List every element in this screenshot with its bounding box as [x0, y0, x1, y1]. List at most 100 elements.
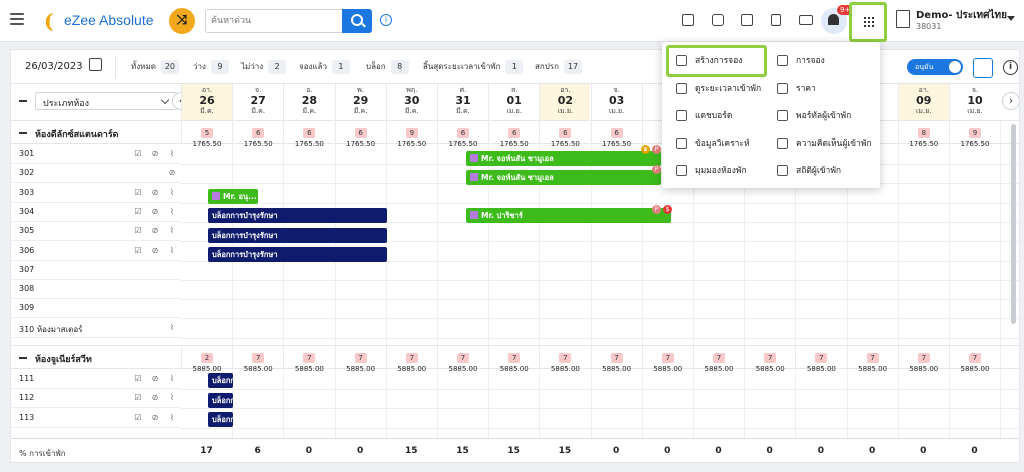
- apps-grid-button[interactable]: [849, 2, 887, 42]
- availability-cell[interactable]: 6 1765.50: [539, 120, 590, 148]
- availability-cell[interactable]: 6 1765.50: [334, 120, 386, 148]
- block-bar[interactable]: บล็อกการบำรุงรักษา: [208, 228, 387, 243]
- booking-bar[interactable]: Mr. จอห์นสัน ชามูเอล: [466, 170, 661, 185]
- booking-bar[interactable]: Mr. ปาริชาร์: [466, 208, 671, 223]
- current-date[interactable]: 26/03/2023: [25, 61, 83, 72]
- booking-bar[interactable]: Mr. จอห์นสัน ชามูเอล: [466, 151, 661, 166]
- checklist-icon[interactable]: ☑: [133, 413, 143, 423]
- block-bar[interactable]: บล็อกการบำรุงรักษา: [208, 247, 387, 262]
- invoice-icon[interactable]: [767, 11, 785, 29]
- date-column-header[interactable]: จ. 10 เม.ย.: [949, 84, 1000, 120]
- availability-cell[interactable]: 7 5885.00: [488, 345, 539, 373]
- collapse-all-icon[interactable]: [19, 100, 27, 102]
- room-row[interactable]: 310 ห้องมาสเตอร์ ⌇: [11, 319, 181, 338]
- mail-icon[interactable]: [797, 11, 815, 29]
- no-smoking-icon[interactable]: ⊘: [150, 207, 160, 217]
- no-smoking-icon[interactable]: ⊘: [150, 413, 160, 423]
- menu-item[interactable]: ความคิดเห็นผู้เข้าพัก: [777, 134, 877, 156]
- checklist-icon[interactable]: ☑: [133, 246, 143, 256]
- room-row[interactable]: 301 ☑ ⊘ ⌇: [11, 145, 181, 164]
- menu-item[interactable]: ดูระยะเวลาเข้าพัก: [676, 79, 776, 101]
- room-row[interactable]: 305 ☑ ⊘ ⌇: [11, 222, 181, 242]
- availability-cell[interactable]: 5 1765.50: [181, 120, 232, 148]
- dirty-icon[interactable]: ⌇: [167, 149, 177, 159]
- availability-cell[interactable]: 7 5885.00: [334, 345, 386, 373]
- availability-cell[interactable]: 7 5885.00: [693, 345, 744, 373]
- menu-item[interactable]: พอร์ทัลผู้เข้าพัก: [777, 106, 877, 128]
- availability-cell[interactable]: 6 1765.50: [590, 120, 642, 148]
- room-row[interactable]: 304 ☑ ⊘ ⌇: [11, 203, 181, 222]
- dirty-icon[interactable]: ⌇: [167, 226, 177, 236]
- room-row[interactable]: 302 ⊘: [11, 164, 181, 184]
- menu-item[interactable]: มุมมองห้องพัก: [676, 161, 776, 183]
- block-bar[interactable]: บล็อกการ...: [208, 373, 233, 388]
- dirty-icon[interactable]: ⌇: [167, 393, 177, 403]
- booking-bar[interactable]: Mr. อนุ...: [208, 189, 258, 204]
- availability-cell[interactable]: 7 5885.00: [590, 345, 642, 373]
- block-bar[interactable]: บล็อกการ...: [208, 393, 233, 408]
- availability-cell[interactable]: 6 1765.50: [283, 120, 334, 148]
- checklist-icon[interactable]: ☑: [133, 149, 143, 159]
- property-dropdown-icon[interactable]: [1007, 16, 1015, 21]
- availability-cell[interactable]: 7 5885.00: [744, 345, 795, 373]
- room-row[interactable]: 307: [11, 261, 181, 280]
- count-total[interactable]: ทั้งหมด 20: [131, 60, 179, 74]
- availability-cell[interactable]: 6 1765.50: [232, 120, 283, 148]
- info-icon[interactable]: i: [380, 14, 392, 26]
- menu-item[interactable]: ข้อมูลวิเคราะห์: [676, 134, 776, 156]
- room-row[interactable]: 112 ☑ ⊘ ⌇: [11, 389, 181, 409]
- tv-icon[interactable]: [709, 11, 727, 29]
- no-smoking-icon[interactable]: ⊘: [150, 149, 160, 159]
- availability-cell[interactable]: 6 1765.50: [488, 120, 539, 148]
- dirty-icon[interactable]: ⌇: [167, 246, 177, 256]
- availability-cell[interactable]: 6 1765.50: [437, 120, 488, 148]
- menu-item[interactable]: ราคา: [777, 79, 877, 101]
- room-type-select[interactable]: ประเภทห้อง: [35, 92, 177, 110]
- room-row[interactable]: 309: [11, 299, 181, 319]
- room-row[interactable]: 303 ☑ ⊘ ⌇: [11, 184, 181, 203]
- menu-item[interactable]: การจอง: [777, 51, 877, 73]
- availability-cell[interactable]: 7 5885.00: [846, 345, 898, 373]
- calendar-icon[interactable]: [738, 11, 756, 29]
- date-column-header[interactable]: พฤ. 30 มี.ค.: [385, 84, 437, 120]
- hamburger-menu-icon[interactable]: [10, 13, 24, 28]
- availability-cell[interactable]: 8 1765.50: [897, 120, 949, 148]
- menu-item[interactable]: สร้างการจอง: [676, 51, 776, 73]
- availability-cell[interactable]: 7 5885.00: [385, 345, 437, 373]
- collapse-icon[interactable]: [19, 132, 27, 134]
- room-row[interactable]: 308: [11, 280, 181, 300]
- count-dirty[interactable]: สกปรก 17: [535, 60, 582, 74]
- search-button[interactable]: [342, 9, 372, 33]
- availability-cell[interactable]: 7 5885.00: [949, 345, 1000, 373]
- legend-info-icon[interactable]: i: [1003, 60, 1018, 75]
- block-bar[interactable]: บล็อกการบำรุงรักษา: [208, 208, 387, 223]
- no-smoking-icon[interactable]: ⊘: [150, 246, 160, 256]
- date-column-header[interactable]: พ. 29 มี.ค.: [334, 84, 386, 120]
- availability-cell[interactable]: 7 5885.00: [897, 345, 949, 373]
- dirty-icon[interactable]: ⌇: [167, 207, 177, 217]
- availability-cell[interactable]: 7 5885.00: [795, 345, 846, 373]
- checklist-icon[interactable]: ☑: [133, 207, 143, 217]
- count-occupied[interactable]: ไม่ว่าง 2: [241, 60, 287, 74]
- logo[interactable]: ( eZee Absolute: [44, 8, 174, 33]
- count-vacant[interactable]: ว่าง 9: [193, 60, 229, 74]
- dirty-icon[interactable]: ⌇: [167, 188, 177, 198]
- availability-cell[interactable]: 9 1765.50: [385, 120, 437, 148]
- dirty-icon[interactable]: ⌇: [167, 413, 177, 423]
- dirty-icon[interactable]: ⌇: [167, 374, 177, 384]
- date-column-header[interactable]: ศ. 31 มี.ค.: [437, 84, 488, 120]
- availability-cell[interactable]: 9 1765.50: [949, 120, 1000, 148]
- availability-cell[interactable]: 7 5885.00: [539, 345, 590, 373]
- no-smoking-icon[interactable]: ⊘: [167, 168, 177, 178]
- date-picker-icon[interactable]: [89, 58, 102, 71]
- no-smoking-icon[interactable]: ⊘: [150, 393, 160, 403]
- count-reserved[interactable]: จองแล้ว 1: [299, 60, 350, 74]
- scrollbar[interactable]: [1011, 124, 1016, 324]
- room-row[interactable]: 113 ☑ ⊘ ⌇: [11, 409, 181, 428]
- count-blocked[interactable]: บล็อก 8: [366, 60, 409, 74]
- collapse-icon[interactable]: [19, 357, 27, 359]
- date-column-header[interactable]: จ. 03 เม.ย.: [590, 84, 642, 120]
- date-column-header[interactable]: จ. 27 มี.ค.: [232, 84, 283, 120]
- no-smoking-icon[interactable]: ⊘: [150, 374, 160, 384]
- menu-item[interactable]: สถิติผู้เข้าพัก: [777, 161, 877, 183]
